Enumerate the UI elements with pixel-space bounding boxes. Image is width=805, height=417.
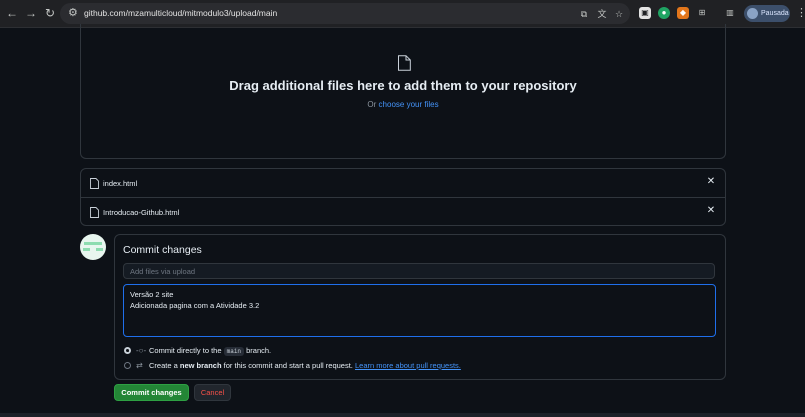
- close-icon[interactable]: ✕: [705, 205, 717, 217]
- new-branch-bold: new branch: [179, 361, 222, 370]
- dropzone-subtitle: Or choose your files: [81, 100, 725, 109]
- commit-title: Commit changes: [123, 244, 202, 256]
- bookmark-star-icon[interactable]: ☆: [613, 8, 625, 20]
- dropzone-title: Drag additional files here to add them t…: [229, 78, 577, 93]
- avatar[interactable]: [80, 234, 106, 260]
- branch-name: main: [223, 347, 245, 356]
- learn-more-link[interactable]: Learn more about pull requests.: [355, 361, 461, 370]
- extension-green-icon[interactable]: ●: [658, 7, 670, 19]
- side-panel-icon[interactable]: ▥: [724, 7, 736, 19]
- commit-changes-panel: Commit changes -○- Commit directly to th…: [114, 234, 726, 380]
- commit-description-textarea[interactable]: [123, 284, 716, 337]
- url-text[interactable]: github.com/mzamulticloud/mitmodulo3/uplo…: [84, 6, 277, 21]
- commit-direct-radio[interactable]: [124, 347, 131, 354]
- new-branch-radio[interactable]: [124, 362, 131, 369]
- address-bar[interactable]: ⚙ github.com/mzamulticloud/mitmodulo3/up…: [60, 3, 630, 24]
- choose-files-link[interactable]: choose your files: [379, 100, 439, 109]
- commit-changes-button[interactable]: Commit changes: [114, 384, 189, 401]
- commit-summary-input[interactable]: [123, 263, 715, 279]
- file-row: index.html ✕: [81, 169, 725, 197]
- commit-direct-text: Commit directly to the: [149, 346, 222, 355]
- browser-menu-icon[interactable]: ⋮: [796, 6, 805, 19]
- extensions-puzzle-icon[interactable]: ⊞: [696, 7, 708, 19]
- extension-icon[interactable]: ▣: [639, 7, 651, 19]
- file-name: Introducao-Github.html: [103, 208, 180, 217]
- profile-avatar: [747, 8, 758, 19]
- or-text: Or: [367, 100, 377, 109]
- uploaded-file-list: index.html ✕ Introducao-Github.html ✕: [80, 168, 726, 226]
- file-name: index.html: [103, 179, 138, 188]
- commit-direct-suffix: branch.: [246, 346, 272, 355]
- file-dropzone[interactable]: Drag additional files here to add them t…: [80, 24, 726, 159]
- bottom-scrollbar: [0, 413, 805, 417]
- metamask-icon[interactable]: ◆: [677, 7, 689, 19]
- profile-label: Pausada: [761, 10, 789, 17]
- file-icon: [398, 55, 411, 71]
- file-icon: [90, 207, 99, 218]
- file-icon: [90, 178, 99, 189]
- back-icon[interactable]: ←: [4, 5, 20, 21]
- install-app-icon[interactable]: ⧉: [578, 8, 590, 20]
- site-settings-icon[interactable]: ⚙: [68, 6, 78, 21]
- git-pull-request-icon: ⇄: [136, 361, 143, 370]
- new-branch-prefix: Create a: [149, 361, 178, 370]
- forward-icon[interactable]: →: [23, 5, 39, 21]
- translate-icon[interactable]: 文: [596, 8, 608, 20]
- git-commit-icon: -○-: [136, 346, 147, 355]
- new-branch-text: for this commit and start a pull request…: [223, 361, 353, 370]
- profile-button[interactable]: Pausada: [744, 5, 790, 22]
- reload-icon[interactable]: ↻: [42, 5, 58, 21]
- cancel-button[interactable]: Cancel: [194, 384, 231, 401]
- file-row: Introducao-Github.html ✕: [81, 197, 725, 226]
- close-icon[interactable]: ✕: [705, 176, 717, 188]
